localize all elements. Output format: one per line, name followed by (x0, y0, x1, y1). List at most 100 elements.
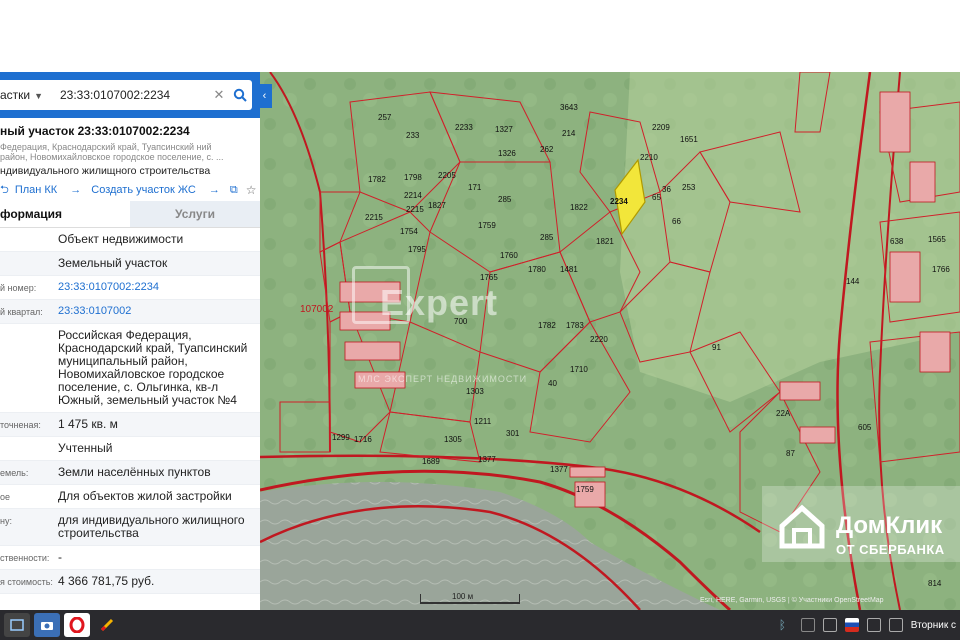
plan-link[interactable]: План КК → (15, 184, 81, 196)
taskbar-app-opera[interactable] (64, 613, 90, 637)
row-label (0, 228, 56, 251)
search-input[interactable]: 23:33:0107002:2234 (56, 88, 210, 102)
tab-services[interactable]: Услуги (130, 201, 260, 227)
parcel-label-253: 253 (682, 183, 696, 192)
row-label: й квартал: (0, 307, 43, 317)
object-address: Федерация, Краснодарский край, Туапсинск… (0, 142, 224, 162)
cadastral-block-link[interactable]: 23:33:0107002 (56, 300, 260, 323)
parcel-label-1303: 1303 (466, 387, 484, 396)
chevron-left-icon: ‹ (262, 90, 267, 102)
parcel-label-2220: 2220 (590, 335, 608, 344)
table-row: ственности: - (0, 546, 260, 570)
search-box[interactable]: астки ▼ 23:33:0107002:2234 ✕ (0, 80, 252, 110)
parcel-label-1211: 1211 (474, 417, 492, 426)
row-value: - (58, 550, 62, 564)
parcel-label-814: 814 (928, 579, 942, 588)
parcel-label-1305: 1305 (444, 435, 462, 444)
table-row: й квартал: 23:33:0107002 (0, 300, 260, 324)
parcel-label-3643: 3643 (560, 103, 578, 112)
parcel-label-1798: 1798 (404, 173, 422, 182)
parcel-label-301: 301 (506, 429, 520, 438)
parcel-label-1782b: 1782 (538, 321, 556, 330)
object-title: ный участок 23:33:0107002:2234 (0, 124, 190, 138)
row-value: 4 366 781,75 руб. (58, 574, 155, 588)
row-value: Земли населённых пунктов (58, 465, 211, 479)
parcel-label-1822: 1822 (570, 203, 588, 212)
parcel-label-1481: 1481 (560, 265, 578, 274)
network-icon[interactable] (866, 618, 881, 632)
row-value: Для объектов жилой застройки (58, 489, 232, 503)
camera-icon (41, 622, 53, 630)
block-label: 107002 (300, 304, 334, 315)
parcel-label-2233: 2233 (455, 123, 473, 132)
parcel-label-1759b: 1759 (576, 485, 594, 494)
parcel-label-2209: 2209 (652, 123, 670, 132)
parcel-label-144: 144 (846, 277, 860, 286)
row-label (0, 252, 56, 275)
row-label: й номер: (0, 283, 37, 293)
row-label: емель: (0, 468, 29, 478)
parcel-label-2205: 2205 (438, 171, 456, 180)
parcel-label-22A: 22А (776, 409, 791, 418)
row-value: Земельный участок (58, 256, 168, 270)
parcel-label-1760: 1760 (500, 251, 518, 260)
table-row: Объект недвижимости (0, 228, 260, 252)
parcel-label-1377: 1377 (478, 455, 496, 464)
parcel-label-1827: 1827 (428, 201, 446, 210)
collapse-panel-button[interactable]: ‹ (257, 84, 272, 108)
parcel-label-1765: 1765 (480, 273, 498, 282)
taskbar-app-windows[interactable] (4, 613, 30, 637)
create-link[interactable]: Создать участок ЖС → (91, 184, 220, 196)
scale-label: 100 м (452, 592, 474, 601)
window-icon (10, 619, 24, 631)
monitor-icon[interactable] (822, 618, 837, 632)
parcel-label-91: 91 (712, 343, 721, 352)
parcel-label-1689: 1689 (422, 457, 440, 466)
domklik-sub: ОТ СБЕРБАНКА (836, 542, 945, 557)
parcel-label-1299: 1299 (332, 433, 350, 442)
parcel-label-1710: 1710 (570, 365, 588, 374)
bluetooth-icon[interactable]: ᛒ (779, 618, 793, 632)
clock[interactable]: Вторник с (911, 620, 956, 631)
parcel-label-1651: 1651 (680, 135, 698, 144)
watermark-subtext: МЛС ЭКСПЕРТ НЕДВИЖИМОСТИ (358, 374, 528, 384)
parcel-label-2215: 2215 (365, 213, 383, 222)
star-icon[interactable]: ☆ (246, 183, 257, 197)
copy-icon[interactable]: ⧉ (230, 184, 238, 197)
tab-info[interactable]: формация (0, 201, 130, 227)
share-icon[interactable]: ⮌ (0, 181, 9, 200)
close-icon[interactable]: ✕ (210, 87, 228, 103)
taskbar-app-paint[interactable] (94, 613, 120, 637)
parcel-label-262: 262 (540, 145, 554, 154)
search-type-label: астки (0, 88, 31, 102)
table-row: Земельный участок (0, 252, 260, 276)
action-links: ⮌ План КК → Создать участок ЖС → ⧉ ☆ (0, 181, 260, 199)
parcel-label-638: 638 (890, 237, 904, 246)
parcel-label-1716: 1716 (354, 435, 372, 444)
parcel-label-214: 214 (562, 129, 576, 138)
parcel-label-40: 40 (548, 379, 557, 388)
search-button[interactable] (228, 83, 252, 107)
row-label: точненая: (0, 420, 41, 430)
table-row: Учтенный (0, 437, 260, 461)
row-value: Объект недвижимости (58, 232, 184, 246)
info-panel: астки ▼ 23:33:0107002:2234 ✕ ный участок … (0, 72, 260, 610)
table-row: й номер: 23:33:0107002:2234 (0, 276, 260, 300)
table-row: ое Для объектов жилой застройки (0, 485, 260, 509)
chevron-up-icon[interactable] (800, 618, 815, 632)
parcel-label-233: 233 (406, 131, 420, 140)
create-link-label: Создать участок ЖС (91, 184, 196, 196)
parcel-label-1782: 1782 (368, 175, 386, 184)
search-icon (233, 88, 247, 102)
taskbar-app-camera[interactable] (34, 613, 60, 637)
volume-icon[interactable] (888, 618, 903, 632)
table-row: ну: для индивидуального жилищного строите… (0, 509, 260, 546)
parcel-label-65: 65 (652, 193, 661, 202)
parcel-label-2234: 2234 (610, 197, 628, 206)
parcel-label-257: 257 (378, 113, 392, 122)
taskbar: ᛒ Вторник с (0, 610, 960, 640)
search-type-select[interactable]: астки ▼ (0, 88, 56, 102)
parcel-label-1754: 1754 (400, 227, 418, 236)
cadastral-number-link[interactable]: 23:33:0107002:2234 (56, 276, 260, 299)
flag-icon[interactable] (844, 618, 859, 632)
